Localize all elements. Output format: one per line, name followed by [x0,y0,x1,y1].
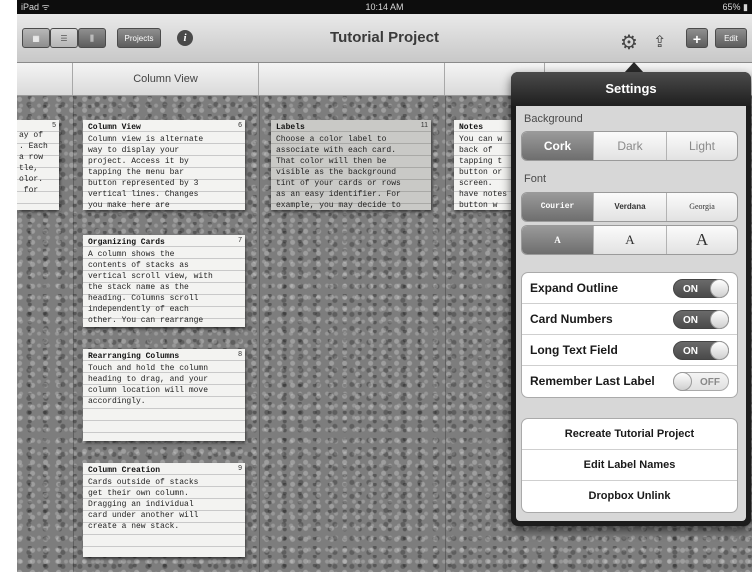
add-button[interactable]: + [686,28,708,48]
card-title: Column View [88,123,141,132]
column-view-button[interactable]: ⫼ [78,28,106,48]
card-body: A column shows the contents of stacks as… [88,250,213,325]
actions-group: Recreate Tutorial Project Edit Label Nam… [521,418,738,513]
toggle-row-long-text-field: Long Text Field ON [522,335,737,366]
card-number: 8 [238,351,242,358]
font-option-courier[interactable]: Courier [522,193,594,221]
recreate-tutorial-project-button[interactable]: Recreate Tutorial Project [522,419,737,450]
card-number: 7 [238,237,242,244]
card-body: ay of . Each a row tle, olor. for [19,131,48,195]
card[interactable]: 5 ay of . Each a row tle, olor. for [17,120,59,210]
font-size-small[interactable]: A [522,226,594,254]
ipad-screen: iPad ᯤ 10:14 AM 65% ▮ Tutorial Project ▦… [17,0,752,572]
card-body: Touch and hold the column heading to dra… [88,364,209,406]
card-title: Labels [276,123,305,132]
background-segmented-control: Cork Dark Light [521,131,738,161]
share-icon[interactable]: ⇪ [653,33,666,53]
toggle-label: Long Text Field [530,343,618,357]
card-body: Column view is alternate way to display … [88,135,204,210]
toggle-label: Card Numbers [530,312,613,326]
status-bar: iPad ᯤ 10:14 AM 65% ▮ [17,0,752,14]
toggle-row-remember-last-label: Remember Last Label OFF [522,366,737,397]
card-number: 6 [238,122,242,129]
battery-label: 65% ▮ [722,2,748,12]
background-label: Background [524,113,583,125]
gear-icon[interactable]: ⚙ [620,33,638,53]
font-label: Font [524,173,547,185]
card-number: 11 [420,122,428,129]
toggle-label: Expand Outline [530,281,619,295]
font-option-georgia[interactable]: Georgia [667,193,737,221]
toggle-row-card-numbers: Card Numbers ON [522,304,737,335]
info-icon[interactable]: i [177,30,193,46]
column-header-column-view[interactable]: Column View [73,63,259,95]
card-body: Choose a color label to associate with e… [276,135,401,210]
card[interactable]: Column View 6 Column view is alternate w… [83,120,245,210]
grid-view-icon: ▦ [32,34,40,43]
card[interactable]: Column Creation 9 Cards outside of stack… [83,463,245,557]
toggle-label: Remember Last Label [530,374,655,388]
dropbox-unlink-button[interactable]: Dropbox Unlink [522,481,737,512]
font-segmented-control: Courier Verdana Georgia [521,192,738,222]
expand-outline-toggle[interactable]: ON [673,279,729,298]
long-text-field-toggle[interactable]: ON [673,341,729,360]
toggle-row-expand-outline: Expand Outline ON [522,273,737,304]
card[interactable]: Labels 11 Choose a color label to associ… [271,120,431,210]
column-header[interactable] [17,63,73,95]
background-option-cork[interactable]: Cork [522,132,594,160]
card-title: Organizing Cards [88,238,165,247]
card-number: 5 [52,122,56,129]
list-view-icon: ☰ [60,34,68,43]
toggles-group: Expand Outline ON Card Numbers ON Long T… [521,272,738,398]
navigation-bar: Tutorial Project ▦ ☰ ⫼ Projects i ⚙ ⇪ + … [17,14,752,63]
list-view-button[interactable]: ☰ [50,28,78,48]
background-option-dark[interactable]: Dark [594,132,667,160]
card-numbers-toggle[interactable]: ON [673,310,729,329]
edit-label-names-button[interactable]: Edit Label Names [522,450,737,481]
card-body: Cards outside of stacks get their own co… [88,478,199,531]
card-title: Column Creation [88,466,161,475]
font-size-segmented-control: A A A [521,225,738,255]
font-size-medium[interactable]: A [594,226,667,254]
settings-popover: Settings Background Cork Dark Light Font… [511,72,751,526]
column-header[interactable] [259,63,445,95]
card-title: Notes [459,123,484,132]
font-option-verdana[interactable]: Verdana [594,193,667,221]
grid-view-button[interactable]: ▦ [22,28,50,48]
background-option-light[interactable]: Light [667,132,737,160]
settings-content: Background Cork Dark Light Font Courier … [516,106,746,521]
card-number: 9 [238,465,242,472]
font-size-large[interactable]: A [667,226,737,254]
settings-title: Settings [511,72,751,106]
card[interactable]: Organizing Cards 7 A column shows the co… [83,235,245,327]
projects-button[interactable]: Projects [117,28,161,48]
card-title: Rearranging Columns [88,352,180,361]
card[interactable]: Rearranging Columns 8 Touch and hold the… [83,349,245,441]
remember-last-label-toggle[interactable]: OFF [673,372,729,391]
edit-button[interactable]: Edit [715,28,747,48]
column-view-icon: ⫼ [90,34,94,43]
add-icon: + [692,31,702,47]
clock: 10:14 AM [365,2,404,12]
